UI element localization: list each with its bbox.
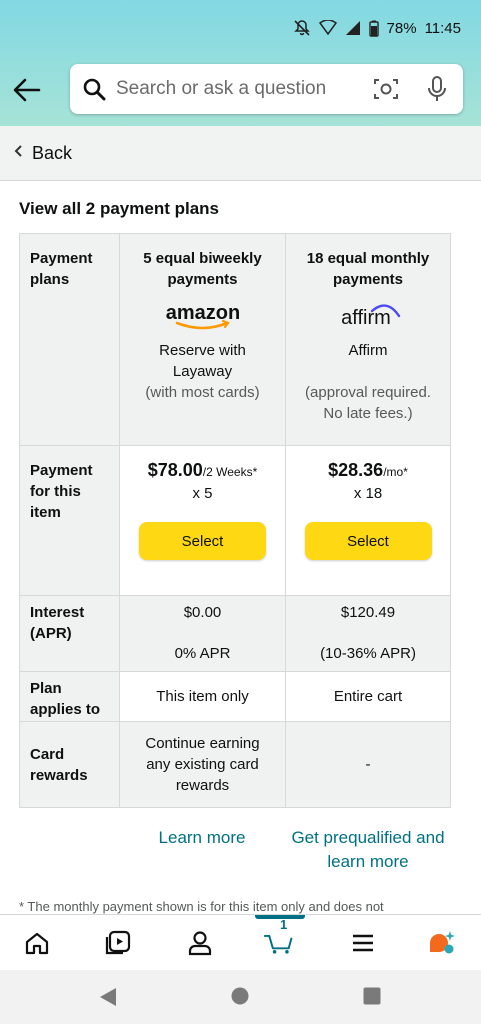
account-icon[interactable]	[185, 929, 215, 957]
plan-header-monthly: 18 equal monthly payments affirm Affirm …	[285, 233, 451, 446]
payment-plans-table: Payment plans 5 equal biweekly payments …	[19, 233, 451, 808]
interest-cell-biweekly: $0.00 0% APR	[119, 595, 286, 672]
price-unit: /2 Weeks*	[202, 465, 258, 479]
cart-icon[interactable]	[264, 929, 294, 957]
applies-cell-biweekly: This item only	[119, 671, 286, 722]
microphone-icon[interactable]	[427, 76, 447, 107]
payment-row: Payment for this item $78.00/2 Weeks* x …	[19, 445, 451, 596]
plan-note: (with most cards)	[145, 384, 260, 401]
plan-header-biweekly: 5 equal biweekly payments amazon Reserve…	[119, 233, 286, 446]
search-bar[interactable]	[70, 64, 463, 114]
home-icon[interactable]	[22, 929, 52, 957]
plan-title: 18 equal monthly payments	[306, 250, 430, 288]
interest-row: Interest (APR) $0.00 0% APR $120.49 (10-…	[19, 595, 451, 672]
system-recents-icon[interactable]	[363, 987, 381, 1010]
mute-icon	[293, 19, 311, 37]
plan-price: $28.36	[328, 460, 384, 480]
payment-count: x 5	[192, 485, 213, 502]
svg-text:amazon: amazon	[165, 302, 239, 324]
row-label-rewards: Card rewards	[19, 721, 120, 808]
clock: 11:45	[424, 19, 461, 37]
payment-cell-monthly: $28.36/mo* x 18 Select	[285, 445, 451, 596]
provider-line: Reserve with Layaway	[159, 342, 246, 380]
row-label-plans: Payment plans	[19, 233, 120, 446]
applies-cell-monthly: Entire cart	[285, 671, 451, 722]
apr-value: 0% APR	[174, 645, 231, 662]
signal-icon	[345, 20, 361, 36]
applies-row: Plan applies to This item only Entire ca…	[19, 671, 451, 722]
rewards-row: Card rewards Continue earning any existi…	[19, 721, 451, 808]
app-header: 78% 11:45	[0, 0, 481, 126]
camera-scan-icon[interactable]	[373, 77, 399, 106]
back-link-label[interactable]: Back	[32, 143, 72, 164]
payment-cell-biweekly: $78.00/2 Weeks* x 5 Select	[119, 445, 286, 596]
plan-title: 5 equal biweekly payments	[143, 250, 262, 288]
plan-note: (approval required. No late fees.)	[305, 384, 431, 422]
wifi-icon	[318, 20, 337, 36]
rewards-cell-biweekly: Continue earning any existing card rewar…	[119, 721, 286, 808]
affirm-logo: affirm	[294, 302, 442, 330]
amazon-logo: amazon	[128, 302, 277, 330]
search-input[interactable]	[116, 78, 366, 100]
system-back-icon[interactable]	[99, 987, 117, 1012]
learn-more-link[interactable]: Learn more	[140, 826, 264, 850]
payment-count: x 18	[353, 485, 383, 502]
select-biweekly-button[interactable]: Select	[139, 522, 266, 560]
svg-text:affirm: affirm	[341, 307, 391, 329]
rufus-assistant-icon[interactable]	[426, 929, 456, 957]
rewards-cell-monthly: -	[285, 721, 451, 808]
interest-cell-monthly: $120.49 (10-36% APR)	[285, 595, 451, 672]
search-icon	[82, 77, 106, 101]
interest-amount: $0.00	[183, 604, 222, 621]
page-title: View all 2 payment plans	[19, 199, 219, 218]
row-label-interest: Interest (APR)	[19, 595, 120, 672]
apr-value: (10-36% APR)	[320, 645, 416, 662]
bottom-nav: 1	[0, 914, 481, 970]
select-monthly-button[interactable]: Select	[304, 522, 432, 560]
system-home-icon[interactable]	[231, 987, 249, 1010]
interest-amount: $120.49	[340, 604, 396, 621]
row-label-applies: Plan applies to	[19, 671, 120, 722]
battery-icon	[368, 20, 379, 37]
row-label-payment: Payment for this item	[19, 445, 120, 596]
menu-icon[interactable]	[348, 929, 378, 957]
back-arrow-icon[interactable]	[12, 76, 42, 104]
provider-line: Affirm	[348, 342, 388, 359]
battery-percent: 78%	[386, 19, 417, 37]
back-link-bar[interactable]: Back	[0, 126, 481, 181]
video-icon[interactable]	[103, 929, 133, 957]
footnote: * The monthly payment shown is for this …	[19, 899, 384, 914]
price-unit: /mo*	[383, 465, 408, 479]
prequalify-link[interactable]: Get prequalified and learn more	[282, 826, 454, 874]
plan-price: $78.00	[147, 460, 203, 480]
status-bar: 78% 11:45	[293, 17, 461, 39]
cart-count-badge: 1	[280, 917, 288, 932]
plans-row: Payment plans 5 equal biweekly payments …	[19, 233, 451, 446]
chevron-left-icon	[14, 144, 24, 163]
system-nav-bar	[0, 970, 481, 1024]
